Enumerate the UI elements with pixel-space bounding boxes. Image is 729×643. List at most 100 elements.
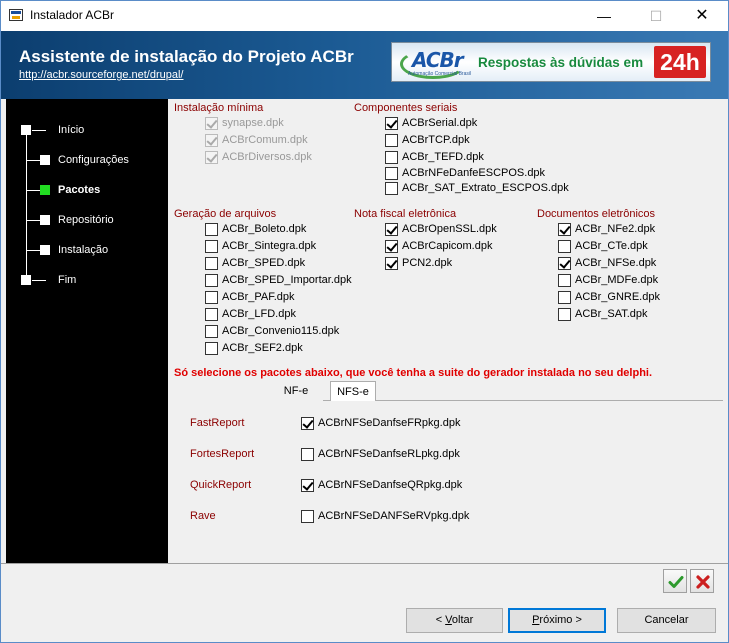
tab-nfe[interactable]: NF-e: [276, 381, 316, 401]
wizard-title: Assistente de instalação do Projeto ACBr: [19, 47, 354, 66]
suite-warning-text: Só selecione os pacotes abaixo, que você…: [174, 367, 653, 379]
checkbox-box[interactable]: [301, 479, 314, 492]
checkbox-label: ACBrNFSeDANFSeRVpkg.dpk: [318, 510, 470, 522]
checkbox-box[interactable]: [558, 257, 571, 270]
step-instalacao[interactable]: Instalação: [6, 242, 168, 260]
checkbox-label: ACBr_Convenio115.dpk: [222, 325, 340, 337]
back-button[interactable]: < Voltar: [406, 608, 503, 633]
installer-window: Instalador ACBr — ☐ ✕ Assistente de inst…: [0, 0, 729, 643]
checkbox-box[interactable]: [205, 257, 218, 270]
group-title-arquivos: Geração de arquivos: [174, 208, 277, 220]
checkbox-box[interactable]: [301, 510, 314, 523]
tree-branch: [27, 190, 40, 191]
checkbox-box[interactable]: [205, 308, 218, 321]
acbr-banner[interactable]: ACBr Automação Comercial Brasil Resposta…: [391, 42, 711, 82]
checkbox-label: ACBr_SAT_Extrato_ESCPOS.dpk: [402, 182, 569, 194]
maximize-button[interactable]: ☐: [633, 1, 679, 31]
checkbox-box[interactable]: [385, 151, 398, 164]
checkbox-box[interactable]: [385, 182, 398, 195]
checkbox-label: ACBr_LFD.dpk: [222, 308, 296, 320]
checkbox-label: ACBr_Sintegra.dpk: [222, 240, 317, 252]
close-button[interactable]: ✕: [679, 1, 725, 31]
step-configuracoes[interactable]: Configurações: [6, 152, 168, 170]
window-title: Instalador ACBr: [30, 8, 115, 22]
checkbox-label: ACBrTCP.dpk: [402, 134, 470, 146]
checkbox-box[interactable]: [205, 240, 218, 253]
tab-nfse[interactable]: NFS-e: [330, 381, 376, 401]
x-icon: [696, 575, 710, 589]
step-node-icon: [21, 275, 31, 285]
step-inicio[interactable]: Início: [6, 122, 168, 140]
checkbox-box[interactable]: [558, 223, 571, 236]
checkbox-box[interactable]: [385, 223, 398, 236]
checkbox-label: synapse.dpk: [222, 117, 284, 129]
logo-subtitle: Automação Comercial Brasil: [408, 71, 472, 77]
minimize-button[interactable]: —: [581, 1, 627, 31]
checkbox-label: ACBr_Boleto.dpk: [222, 223, 307, 235]
banner-text: Respostas às dúvidas em: [478, 55, 644, 70]
checkbox-box[interactable]: [205, 291, 218, 304]
checkbox-box[interactable]: [385, 167, 398, 180]
checkbox-box[interactable]: [205, 223, 218, 236]
checkbox-box[interactable]: [301, 448, 314, 461]
report-label-quickreport: QuickReport: [190, 479, 252, 491]
title-bar[interactable]: Instalador ACBr — ☐ ✕: [1, 1, 728, 31]
checkbox-box[interactable]: [301, 417, 314, 430]
confirm-button[interactable]: [663, 569, 687, 593]
checkbox-box[interactable]: [205, 274, 218, 287]
project-link[interactable]: http://acbr.sourceforge.net/drupal/: [19, 69, 184, 81]
checkbox-label: ACBrNFeDanfeESCPOS.dpk: [402, 167, 546, 179]
checkbox-box[interactable]: [385, 257, 398, 270]
checkbox-box[interactable]: [385, 134, 398, 147]
logo-text: ACBr: [412, 48, 464, 72]
report-label-fortesreport: FortesReport: [190, 448, 255, 460]
checkbox-label: ACBr_SAT.dpk: [575, 308, 648, 320]
checkbox-label: ACBr_GNRE.dpk: [575, 291, 660, 303]
checkbox-label: ACBr_TEFD.dpk: [402, 151, 484, 163]
step-label: Instalação: [58, 244, 109, 256]
step-active-node-icon: [40, 185, 50, 195]
checkbox-box[interactable]: [558, 291, 571, 304]
checkbox-box[interactable]: [558, 240, 571, 253]
tree-branch: [32, 280, 46, 281]
checkbox-label: ACBrComum.dpk: [222, 134, 308, 146]
step-node-icon: [40, 215, 50, 225]
checkbox-label: ACBrNFSeDanfseFRpkg.dpk: [318, 417, 461, 429]
checkbox-box[interactable]: [385, 117, 398, 130]
checkbox-label: ACBrOpenSSL.dpk: [402, 223, 497, 235]
report-label-fastreport: FastReport: [190, 417, 245, 429]
checkmark-icon: [668, 576, 684, 588]
checkbox-box[interactable]: [558, 274, 571, 287]
checkbox-box: [205, 134, 218, 147]
discard-button[interactable]: [690, 569, 714, 593]
checkbox-label: ACBr_MDFe.dpk: [575, 274, 659, 286]
next-button[interactable]: Próximo >: [508, 608, 606, 633]
checkbox-box[interactable]: [558, 308, 571, 321]
checkbox-label: ACBr_SPED_Importar.dpk: [222, 274, 352, 286]
step-repositorio[interactable]: Repositório: [6, 212, 168, 230]
tree-branch: [27, 220, 40, 221]
steps-sidebar: Início Configurações Pacotes Repositório…: [6, 99, 168, 563]
report-label-rave: Rave: [190, 510, 216, 522]
checkbox-label: ACBrNFSeDanfseQRpkg.dpk: [318, 479, 463, 491]
checkbox-label: ACBrSerial.dpk: [402, 117, 478, 129]
step-fim[interactable]: Fim: [6, 272, 168, 290]
step-pacotes[interactable]: Pacotes: [6, 182, 168, 200]
checkbox-label: ACBr_SEF2.dpk: [222, 342, 303, 354]
checkbox-label: ACBrCapicom.dpk: [402, 240, 493, 252]
checkbox-box: [205, 117, 218, 130]
checkbox-box[interactable]: [205, 342, 218, 355]
checkbox-box[interactable]: [385, 240, 398, 253]
step-node-icon: [40, 245, 50, 255]
cancel-button[interactable]: Cancelar: [617, 608, 716, 633]
checkbox-box[interactable]: [205, 325, 218, 338]
checkbox-label: PCN2.dpk: [402, 257, 453, 269]
checkbox-label: ACBrDiversos.dpk: [222, 151, 312, 163]
group-title-minima: Instalação mínima: [174, 102, 264, 114]
group-title-docs: Documentos eletrônicos: [537, 208, 656, 220]
checkbox-box: [205, 151, 218, 164]
checkbox-label: ACBr_CTe.dpk: [575, 240, 648, 252]
tree-branch: [27, 160, 40, 161]
packages-panel: Instalação mínima synapse.dpk ACBrComum.…: [168, 99, 728, 593]
checkbox-label: ACBr_PAF.dpk: [222, 291, 295, 303]
